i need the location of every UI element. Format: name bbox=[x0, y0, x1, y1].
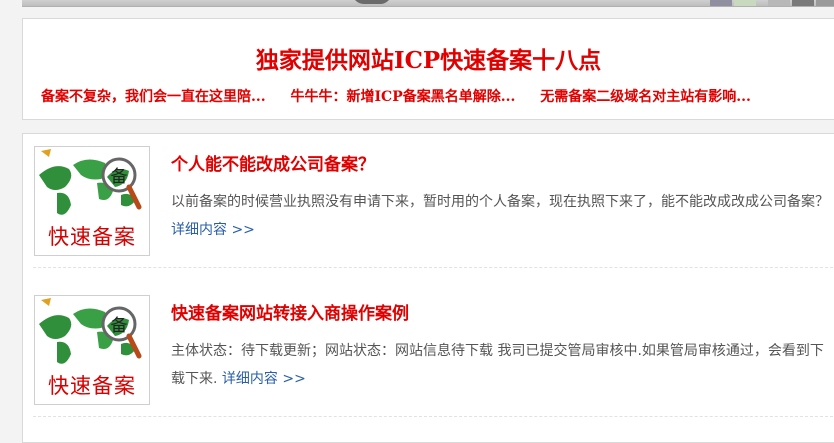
article-summary: 以前备案的时候营业执照没有申请下来，暂时用的个人备案，现在执照下来了，能不能改成… bbox=[171, 188, 831, 244]
article-item: 备 快速备案 个人能不能改成公司备案？ 以前备案的时候营业执照没有申请下来，暂时… bbox=[33, 134, 833, 268]
read-more-link[interactable]: 详细内容 >> bbox=[171, 222, 255, 238]
banner-tab-5[interactable] bbox=[816, 0, 834, 6]
article-divider bbox=[33, 267, 833, 268]
banner-strip bbox=[22, 0, 834, 7]
article-thumbnail[interactable]: 备 快速备案 bbox=[34, 146, 150, 256]
headline-links: 备案不复杂，我们会一直在这里陪... 牛牛牛：新增ICP备案黑名单解除... 无… bbox=[41, 86, 771, 106]
headline-link-2[interactable]: 牛牛牛：新增ICP备案黑名单解除... bbox=[291, 89, 516, 105]
read-more-link[interactable]: 详细内容 >> bbox=[222, 371, 306, 387]
thumb-caption: 快速备案 bbox=[48, 225, 136, 249]
headline-box: 独家提供网站ICP快速备案十八点 备案不复杂，我们会一直在这里陪... 牛牛牛：… bbox=[22, 18, 834, 120]
headline-title[interactable]: 独家提供网站ICP快速备案十八点 bbox=[23, 41, 834, 75]
banner-tab-3[interactable] bbox=[768, 0, 790, 6]
banner-knob bbox=[352, 0, 392, 4]
thumb-caption: 快速备案 bbox=[48, 374, 136, 398]
banner-tab-1[interactable] bbox=[710, 0, 732, 6]
article-list: 备 快速备案 个人能不能改成公司备案？ 以前备案的时候营业执照没有申请下来，暂时… bbox=[22, 133, 834, 443]
article-summary-text: 以前备案的时候营业执照没有申请下来，暂时用的个人备案，现在执照下来了，能不能改成… bbox=[171, 194, 829, 210]
banner-tab-4[interactable] bbox=[792, 0, 814, 6]
thumb-badge: 备 bbox=[111, 167, 128, 187]
article-summary: 主体状态：待下载更新；网站状态：网站信息待下载 我司已提交管局审核中.如果管局审… bbox=[171, 337, 831, 393]
banner-tab-2[interactable] bbox=[734, 0, 756, 6]
article-thumbnail[interactable]: 备 快速备案 bbox=[34, 295, 150, 405]
article-item: 备 快速备案 快速备案网站转接入商操作案例 主体状态：待下载更新；网站状态：网站… bbox=[33, 283, 833, 417]
headline-link-1[interactable]: 备案不复杂，我们会一直在这里陪... bbox=[41, 89, 266, 105]
thumb-badge: 备 bbox=[111, 316, 128, 336]
article-title[interactable]: 快速备案网站转接入商操作案例 bbox=[171, 299, 409, 324]
headline-link-3[interactable]: 无需备案二级域名对主站有影响... bbox=[540, 89, 751, 105]
article-divider bbox=[33, 416, 833, 417]
article-title[interactable]: 个人能不能改成公司备案？ bbox=[171, 150, 375, 175]
